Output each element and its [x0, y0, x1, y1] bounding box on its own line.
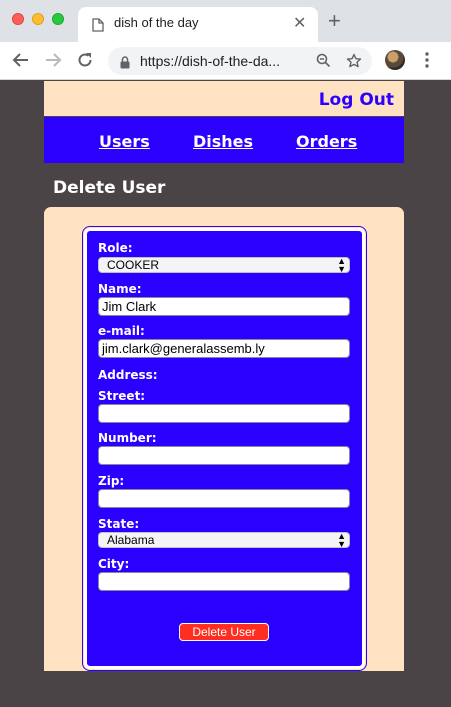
window-minimize-button[interactable] [32, 13, 44, 25]
delete-user-form: Role: COOKER ▲ ▼ Name: Jim Clark e-mail: … [82, 226, 367, 671]
name-label: Name: [98, 282, 142, 296]
role-select-value: COOKER [107, 258, 160, 272]
reload-icon[interactable] [76, 51, 94, 73]
address-bar[interactable]: https://dish-of-the-da... [108, 47, 372, 75]
select-arrows-icon: ▲ ▼ [337, 531, 346, 549]
browser-toolbar: https://dish-of-the-da... [0, 42, 451, 80]
forward-arrow-icon[interactable] [44, 51, 62, 73]
nav-orders-link[interactable]: Orders [296, 132, 357, 151]
more-menu-icon[interactable] [424, 51, 430, 73]
page-title: Delete User [53, 178, 166, 198]
state-label: State: [98, 517, 140, 531]
address-label: Address: [98, 368, 158, 382]
browser-tab[interactable]: dish of the day ✕ [78, 7, 318, 42]
logout-link[interactable]: Log Out [319, 90, 394, 110]
page-header: Log Out [44, 81, 404, 116]
street-input[interactable] [98, 404, 350, 423]
email-label: e-mail: [98, 324, 145, 338]
content-panel: Role: COOKER ▲ ▼ Name: Jim Clark e-mail: … [44, 207, 404, 671]
state-select-value: Alabama [107, 533, 155, 547]
page-icon [92, 17, 104, 36]
window-close-button[interactable] [12, 13, 24, 25]
number-input[interactable] [98, 446, 350, 465]
new-tab-button[interactable]: + [328, 9, 341, 33]
name-input[interactable]: Jim Clark [98, 297, 350, 316]
browser-tabstrip: dish of the day ✕ + [0, 0, 451, 42]
zip-input[interactable] [98, 489, 350, 508]
state-select[interactable]: Alabama ▲ ▼ [98, 531, 350, 549]
nav-dishes-link[interactable]: Dishes [193, 132, 253, 151]
city-input[interactable] [98, 572, 350, 591]
select-arrows-icon: ▲ ▼ [337, 256, 346, 274]
back-arrow-icon[interactable] [12, 51, 30, 73]
main-nav: Users Dishes Orders [44, 117, 404, 163]
city-label: City: [98, 557, 130, 571]
lock-icon [120, 54, 130, 73]
profile-avatar[interactable] [385, 50, 405, 70]
role-select[interactable]: COOKER ▲ ▼ [98, 256, 350, 274]
delete-user-button[interactable]: Delete User [179, 623, 269, 641]
number-label: Number: [98, 431, 157, 445]
role-label: Role: [98, 241, 133, 255]
tab-title: dish of the day [114, 15, 199, 30]
tab-close-icon[interactable]: ✕ [293, 13, 306, 33]
url-text: https://dish-of-the-da... [140, 53, 281, 69]
nav-users-link[interactable]: Users [99, 132, 150, 151]
zip-label: Zip: [98, 474, 125, 488]
window-maximize-button[interactable] [52, 13, 64, 25]
street-label: Street: [98, 389, 146, 403]
email-input[interactable]: jim.clark@generalassemb.ly [98, 339, 350, 358]
zoom-icon[interactable] [316, 53, 331, 72]
bookmark-star-icon[interactable] [346, 53, 362, 73]
